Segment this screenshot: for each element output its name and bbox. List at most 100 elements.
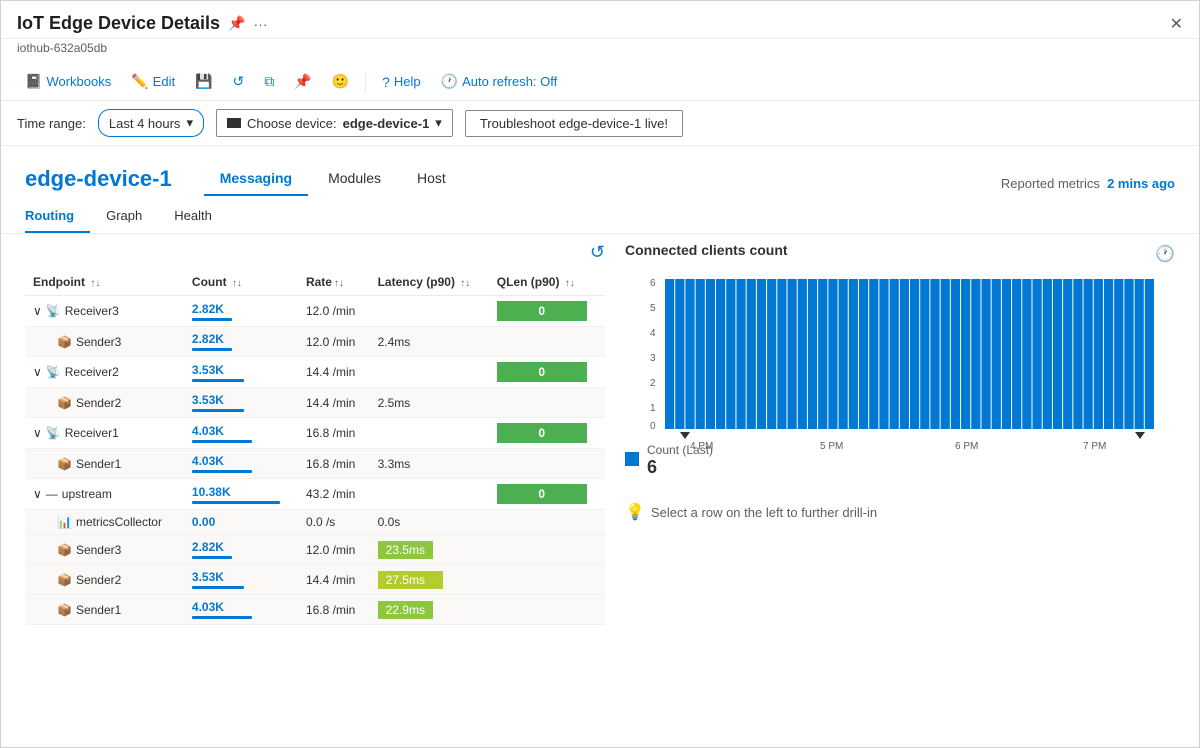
sub-tab-graph[interactable]: Graph [90, 200, 158, 233]
metrics-icon: 📊 [57, 515, 72, 529]
count-value: 2.82K [192, 540, 224, 554]
edit-icon: ✏️ [131, 73, 148, 90]
device-value: edge-device-1 [343, 116, 430, 131]
pin-toolbar-icon: 📌 [294, 73, 311, 90]
endpoint-cell: 📦 Sender2 [25, 388, 184, 418]
latency-cell [370, 418, 489, 449]
latency-cell: 2.4ms [370, 327, 489, 357]
sort-latency-icon[interactable]: ↑↓ [460, 278, 470, 289]
emoji-icon: 🙂 [332, 73, 349, 90]
svg-text:1: 1 [650, 403, 656, 414]
help-button[interactable]: ? Help [374, 70, 429, 94]
table-row[interactable]: 📦 Sender1 4.03K 16.8 /min 22.9ms [25, 595, 605, 625]
table-row[interactable]: 📦 Sender2 3.53K 14.4 /min 27.5ms [25, 565, 605, 595]
count-value: 4.03K [192, 424, 224, 438]
nav-tabs: Messaging Modules Host [204, 162, 466, 196]
endpoint-label: upstream [62, 487, 112, 501]
qlen-cell [489, 535, 605, 565]
count-cell: 3.53K [184, 565, 298, 595]
device-selector-dropdown[interactable]: Choose device: edge-device-1 ▾ [216, 109, 453, 137]
end-marker [1135, 432, 1145, 439]
count-cell: 2.82K [184, 535, 298, 565]
table-row[interactable]: 📦 Sender1 4.03K 16.8 /min 3.3ms [25, 449, 605, 479]
latency-cell: 0.0s [370, 510, 489, 535]
content-area: ↺ Endpoint ↑↓ Count ↑↓ Rate↑↓ [1, 234, 1199, 747]
more-icon[interactable]: ··· [254, 16, 268, 32]
sort-count-icon[interactable]: ↑↓ [232, 278, 242, 289]
time-range-dropdown[interactable]: Last 4 hours ▾ [98, 109, 204, 137]
count-value: 4.03K [192, 454, 224, 468]
table-row[interactable]: ∨ 📡 Receiver3 2.82K 12.0 /min [25, 296, 605, 327]
table-row[interactable]: ∨ 📡 Receiver2 3.53K 14.4 /min [25, 357, 605, 388]
device-label: Choose device: [247, 116, 337, 131]
auto-refresh-button[interactable]: 🕐 Auto refresh: Off [433, 69, 566, 94]
sub-tab-health[interactable]: Health [158, 200, 228, 233]
expand-icon[interactable]: ∨ [33, 365, 42, 379]
endpoint-label: Sender3 [76, 543, 121, 557]
endpoint-label: Sender3 [76, 335, 121, 349]
edit-button[interactable]: ✏️ Edit [123, 69, 183, 94]
table-row[interactable]: 📦 Sender3 2.82K 12.0 /min 23.5ms [25, 535, 605, 565]
sender-icon: 📦 [57, 573, 72, 587]
table-row[interactable]: 📦 Sender2 3.53K 14.4 /min 2.5ms [25, 388, 605, 418]
sender-icon: 📦 [57, 396, 72, 410]
refresh-button[interactable]: ↺ [225, 69, 253, 94]
emoji-button[interactable]: 🙂 [324, 69, 357, 94]
count-bar [192, 586, 244, 589]
endpoint-label: metricsCollector [76, 515, 162, 529]
count-bar [192, 501, 280, 504]
count-cell: 10.38K [184, 479, 298, 510]
tab-host[interactable]: Host [401, 162, 462, 196]
time-range-value: Last 4 hours [109, 116, 181, 131]
reported-metrics: Reported metrics 2 mins ago [1001, 168, 1175, 191]
rate-cell: 16.8 /min [298, 418, 370, 449]
sub-nav: Routing Graph Health [1, 200, 1199, 234]
pin-button[interactable]: 📌 [286, 69, 319, 94]
endpoint-cell: 📦 Sender1 [25, 595, 184, 625]
close-button[interactable]: ✕ [1170, 14, 1183, 34]
endpoint-cell: 📊 metricsCollector [25, 510, 184, 535]
troubleshoot-button[interactable]: Troubleshoot edge-device-1 live! [465, 110, 683, 137]
count-bar [192, 409, 244, 412]
copy-button[interactable]: ⧉ [256, 69, 282, 94]
rate-cell: 12.0 /min [298, 535, 370, 565]
chart-history-icon[interactable]: 🕐 [1155, 244, 1175, 264]
table-row[interactable]: ∨ — upstream 10.38K 43.2 /min [25, 479, 605, 510]
sort-qlen-icon[interactable]: ↑↓ [565, 278, 575, 289]
table-refresh-icon[interactable]: ↺ [590, 242, 605, 262]
toolbar-separator [365, 72, 366, 92]
save-button[interactable]: 💾 [187, 69, 220, 94]
count-value: 3.53K [192, 363, 224, 377]
sort-rate-icon[interactable]: ↑↓ [334, 278, 344, 289]
workbooks-button[interactable]: 📓 Workbooks [17, 69, 119, 94]
table-row[interactable]: 📊 metricsCollector 0.00 0.0 /s 0.0s [25, 510, 605, 535]
latency-cell: 22.9ms [370, 595, 489, 625]
count-bar [192, 616, 252, 619]
latency-cell: 27.5ms [370, 565, 489, 595]
chart-area: Connected clients count 🕐 6 5 4 3 2 1 0 [625, 242, 1175, 731]
expand-icon[interactable]: ∨ [33, 426, 42, 440]
qlen-cell: 0 [489, 418, 605, 449]
expand-icon[interactable]: ∨ [33, 304, 42, 318]
rate-cell: 12.0 /min [298, 296, 370, 327]
svg-text:6: 6 [650, 278, 656, 289]
rate-cell: 14.4 /min [298, 388, 370, 418]
sort-endpoint-icon[interactable]: ↑↓ [90, 278, 100, 289]
count-cell: 4.03K [184, 449, 298, 479]
expand-icon[interactable]: ∨ [33, 487, 42, 501]
receiver-icon: 📡 [46, 304, 61, 318]
qlen-cell: 0 [489, 479, 605, 510]
sub-tab-routing[interactable]: Routing [25, 200, 90, 233]
endpoint-label: Sender1 [76, 603, 121, 617]
pin-icon[interactable]: 📌 [228, 15, 245, 32]
table-row[interactable]: ∨ 📡 Receiver1 4.03K 16.8 /min [25, 418, 605, 449]
qlen-bar: 0 [497, 301, 587, 321]
table-row[interactable]: 📦 Sender3 2.82K 12.0 /min 2.4ms [25, 327, 605, 357]
latency-bar: 22.9ms [378, 601, 433, 619]
tab-messaging[interactable]: Messaging [204, 162, 308, 196]
count-cell: 4.03K [184, 595, 298, 625]
save-icon: 💾 [195, 73, 212, 90]
tab-modules[interactable]: Modules [312, 162, 397, 196]
latency-bar: 27.5ms [378, 571, 443, 589]
latency-cell [370, 296, 489, 327]
